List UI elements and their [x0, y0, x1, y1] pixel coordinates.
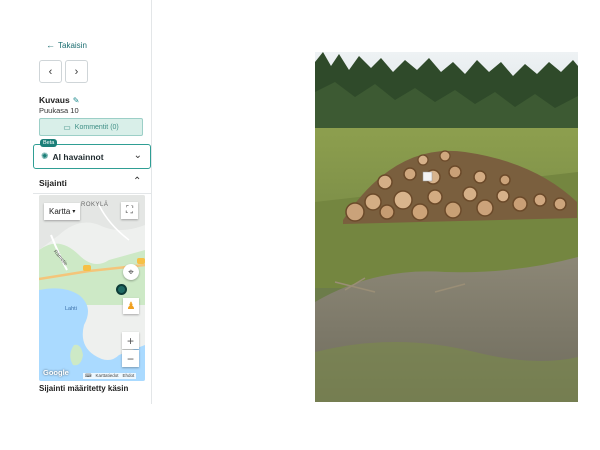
google-logo: Google — [43, 368, 69, 377]
terms-link[interactable]: Ehdot — [123, 373, 135, 379]
plus-icon: + — [126, 333, 134, 348]
map-footer: ⌨ Karttatiedot Ehdot — [83, 373, 137, 379]
pegman-icon: ♟ — [126, 300, 136, 312]
sidebar-panel: ← Takaisin ‹ › Kuvaus ✎ Puukasa 10 ▭ Kom… — [0, 0, 152, 404]
keyboard-icon[interactable]: ⌨ — [85, 373, 92, 379]
map-type-label: Kartta — [49, 207, 71, 216]
beta-badge: Beta — [40, 139, 58, 147]
arrow-left-icon: ← — [46, 40, 55, 50]
back-link-label: Takaisin — [58, 40, 87, 50]
map-data-link[interactable]: Karttatiedot — [96, 373, 119, 379]
comments-button[interactable]: ▭ Kommentit (0) — [39, 118, 143, 136]
map-type-select[interactable]: Kartta ▾ — [44, 203, 81, 220]
minus-icon: − — [126, 351, 134, 366]
next-button[interactable]: › — [65, 60, 88, 83]
chevron-right-icon: › — [74, 65, 79, 78]
fullscreen-icon: ⛶ — [126, 205, 133, 216]
description-text: Puukasa 10 — [39, 106, 79, 115]
ai-observations-label: AI havainnot — [52, 151, 104, 162]
my-location-button[interactable]: ⌖ — [123, 264, 139, 280]
location-heading: Sijainti — [39, 178, 67, 188]
woodpile-image — [315, 52, 578, 402]
previous-button[interactable]: ‹ — [39, 60, 62, 83]
observation-photo[interactable] — [315, 52, 578, 402]
location-note: Sijainti määritetty käsin — [39, 384, 129, 393]
fullscreen-button[interactable]: ⛶ — [121, 202, 138, 219]
ai-observations-toggle[interactable]: ✺ AI havainnot ⌄ — [33, 144, 151, 169]
street-view-button[interactable]: ♟ — [123, 298, 139, 314]
ai-icon: ✺ — [41, 151, 49, 161]
comments-label: Kommentit (0) — [74, 123, 119, 131]
description-title: Kuvaus — [39, 95, 70, 105]
location-map[interactable]: ROKYLÄ Rämetie Lahti Kartta ▾ ⛶ ⌖ ♟ + − … — [39, 195, 145, 381]
comment-icon: ▭ — [63, 122, 71, 132]
caret-down-icon: ▾ — [72, 209, 76, 215]
chevron-down-icon: ⌄ — [133, 150, 142, 161]
back-link[interactable]: ← Takaisin — [46, 40, 87, 50]
chevron-left-icon: ‹ — [48, 65, 53, 78]
zoom-out-button[interactable]: − — [122, 350, 139, 367]
description-heading: Kuvaus ✎ — [39, 95, 79, 105]
crosshair-icon: ⌖ — [128, 266, 134, 278]
divider — [33, 193, 151, 194]
zoom-in-button[interactable]: + — [122, 332, 139, 349]
chevron-up-icon[interactable]: ⌃ — [133, 176, 141, 187]
location-marker[interactable] — [116, 284, 127, 295]
map-lake-label: Lahti — [65, 306, 77, 312]
map-place-label: ROKYLÄ — [81, 202, 109, 208]
pencil-icon[interactable]: ✎ — [73, 96, 80, 105]
